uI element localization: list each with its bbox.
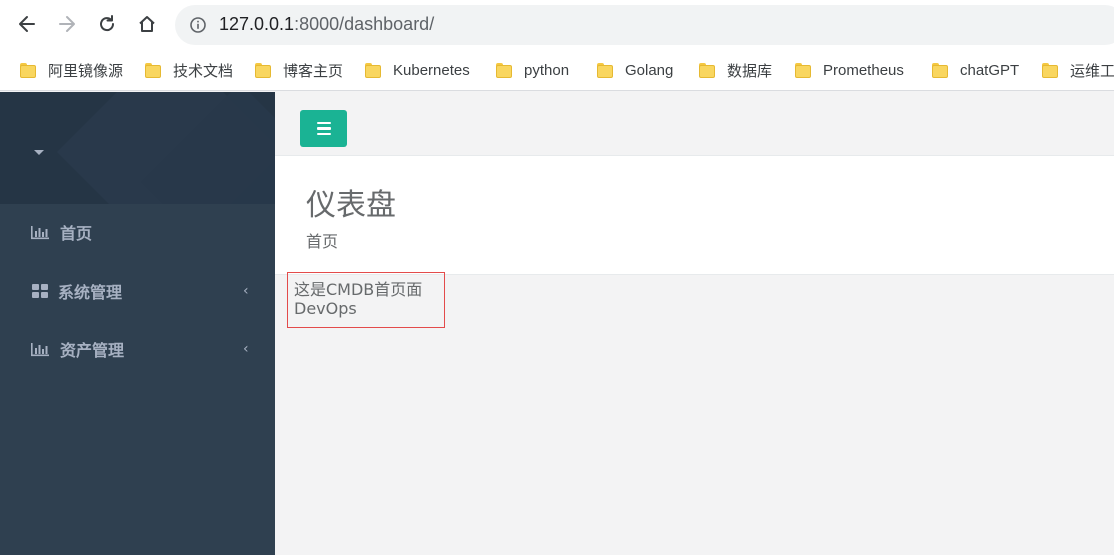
content-panel: 这是CMDB首页面 DevOps: [287, 272, 445, 328]
bookmark-item[interactable]: Kubernetes: [365, 59, 470, 81]
grid-icon: [32, 284, 48, 298]
bookmark-label: Golang: [625, 61, 674, 79]
bookmarks-bar: 阿里镜像源 技术文档 博客主页 Kubernetes python Golang…: [0, 50, 1114, 91]
bookmark-label: python: [524, 61, 570, 79]
bookmark-item[interactable]: Prometheus: [795, 59, 904, 81]
folder-icon: [597, 62, 613, 78]
reload-icon: [100, 15, 115, 32]
hamburger-icon: [316, 121, 331, 125]
folder-icon: [932, 62, 948, 78]
bookmark-label: 博客主页: [283, 62, 344, 80]
forward-button[interactable]: [53, 10, 81, 38]
back-button[interactable]: [13, 10, 41, 38]
sidebar-item-label: 系统管理: [58, 283, 123, 302]
folder-icon: [365, 62, 381, 78]
bookmark-item[interactable]: python: [496, 59, 569, 81]
browser-toolbar: 127.0.0.1:8000/dashboard/: [0, 0, 1114, 50]
bookmark-item[interactable]: 技术文档: [145, 59, 233, 81]
sidebar-profile-header: [0, 92, 275, 204]
bookmark-item[interactable]: Golang: [597, 59, 673, 81]
folder-icon: [1042, 62, 1058, 78]
bookmark-label: 技术文档: [173, 62, 234, 80]
chevron-left-icon: ‹: [243, 283, 249, 299]
info-icon[interactable]: [189, 16, 207, 34]
page-heading: 仪表盘 首页: [275, 156, 1114, 275]
reload-button[interactable]: [93, 10, 121, 38]
bookmark-label: Prometheus: [823, 61, 904, 79]
menu-toggle-button[interactable]: [300, 110, 347, 147]
bookmark-label: 数据库: [727, 62, 773, 80]
content-text: DevOps: [294, 299, 357, 318]
chevron-left-icon: ‹: [243, 341, 249, 357]
folder-icon: [145, 62, 161, 78]
bookmark-item[interactable]: 阿里镜像源: [20, 59, 123, 81]
sidebar-item-label: 首页: [60, 224, 93, 243]
folder-icon: [699, 62, 715, 78]
top-navbar: [275, 92, 1114, 156]
sidebar-item-home[interactable]: 首页: [0, 203, 275, 261]
page-title: 仪表盘: [306, 188, 396, 223]
bookmark-label: chatGPT: [960, 61, 1020, 79]
home-icon: [139, 16, 155, 32]
bar-chart-icon: [31, 226, 49, 240]
arrow-right-icon: [59, 16, 75, 32]
bookmark-label: 阿里镜像源: [48, 62, 124, 80]
url-path: :8000/dashboard/: [294, 14, 435, 34]
folder-icon: [496, 62, 512, 78]
url-host: 127.0.0.1: [219, 14, 295, 34]
bookmark-label: Kubernetes: [393, 61, 470, 79]
sidebar-item-label: 资产管理: [60, 341, 125, 360]
sidebar-item-system-management[interactable]: 系统管理 ‹: [0, 262, 275, 320]
folder-icon: [795, 62, 811, 78]
sidebar: 首页 系统管理 ‹ 资产管理 ‹: [0, 92, 275, 555]
arrow-left-icon: [19, 16, 35, 32]
url-text[interactable]: 127.0.0.1:8000/dashboard/: [219, 14, 434, 35]
bar-chart-icon: [31, 343, 49, 357]
bookmark-label: 运维工: [1070, 62, 1114, 80]
bookmark-item[interactable]: 博客主页: [255, 59, 343, 81]
address-bar[interactable]: 127.0.0.1:8000/dashboard/: [175, 5, 1114, 45]
breadcrumb[interactable]: 首页: [306, 228, 338, 252]
bookmark-item[interactable]: 运维工: [1042, 59, 1114, 81]
folder-icon: [255, 62, 271, 78]
bookmark-item[interactable]: 数据库: [699, 59, 772, 81]
main-content: 仪表盘 首页 这是CMDB首页面 DevOps: [275, 92, 1114, 555]
home-button[interactable]: [133, 10, 161, 38]
content-text: 这是CMDB首页面: [294, 280, 423, 299]
bookmark-item[interactable]: chatGPT: [932, 59, 1019, 81]
folder-icon: [20, 62, 36, 78]
caret-down-icon[interactable]: [34, 150, 44, 155]
sidebar-item-asset-management[interactable]: 资产管理 ‹: [0, 320, 275, 378]
